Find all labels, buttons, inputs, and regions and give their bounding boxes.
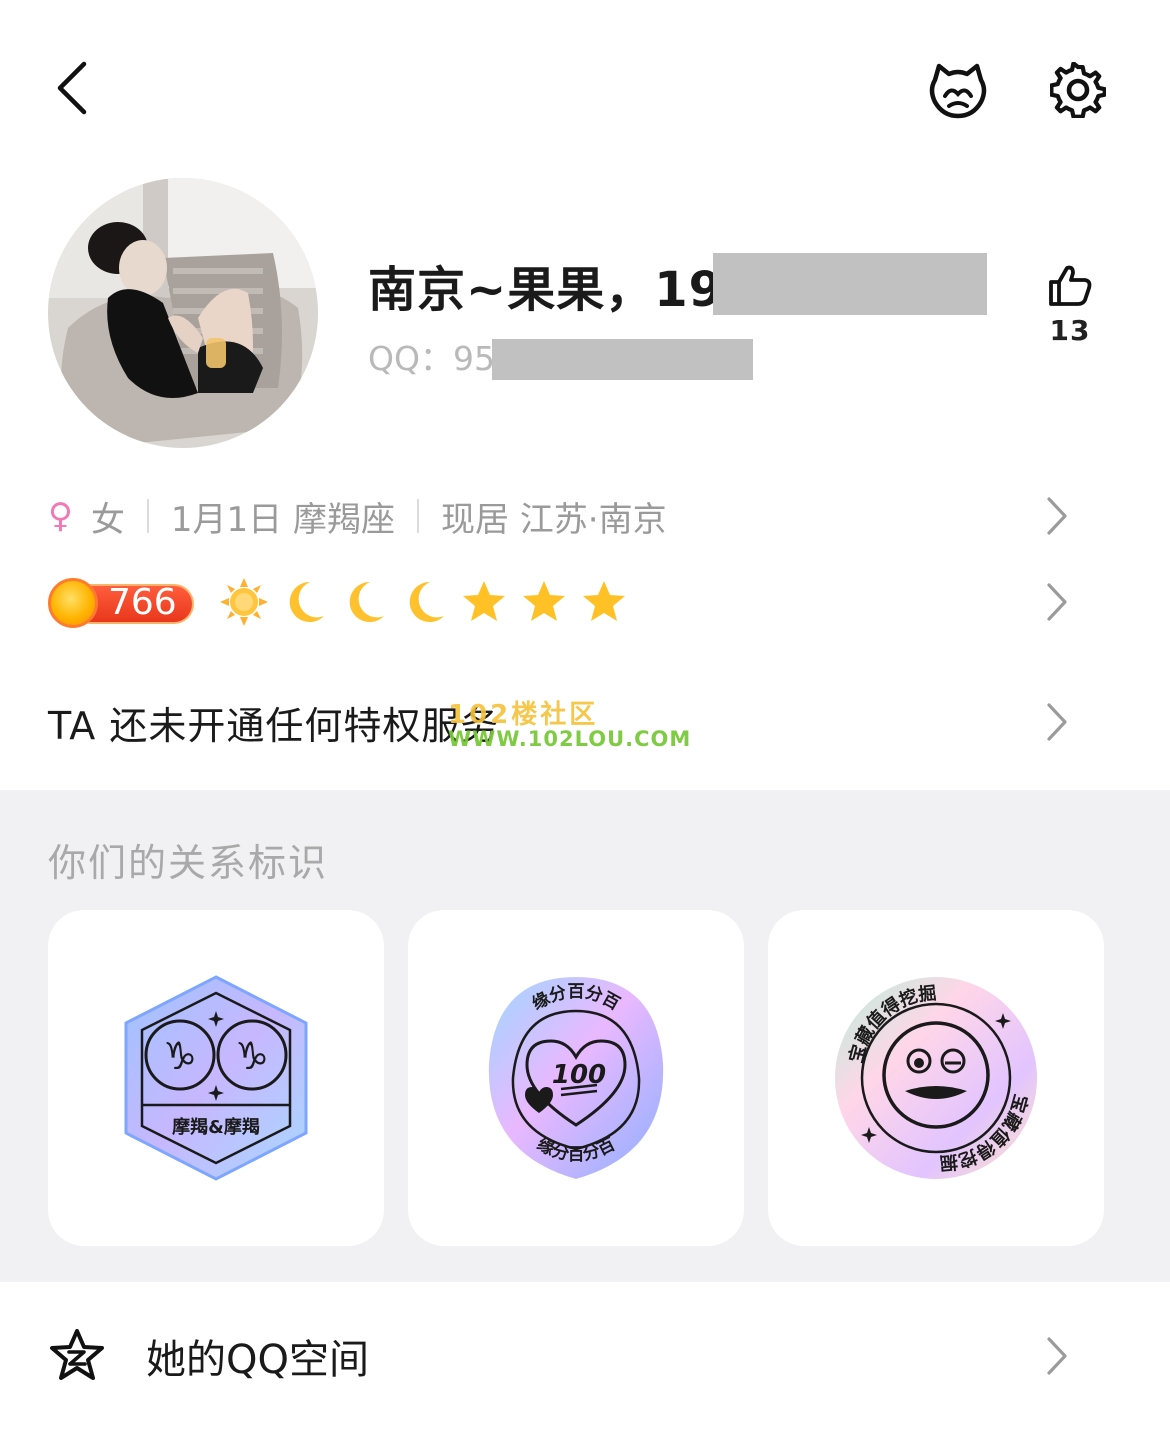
like-button[interactable]: 13 bbox=[1030, 262, 1110, 372]
svg-text:♑: ♑ bbox=[163, 1034, 197, 1078]
qq-number: QQ：95 bbox=[368, 339, 495, 378]
thumbs-up-icon bbox=[1049, 265, 1092, 306]
moon-icon bbox=[334, 575, 394, 629]
level-row[interactable]: 766 bbox=[48, 570, 1138, 634]
divider bbox=[416, 499, 419, 533]
redaction-block bbox=[492, 339, 753, 380]
level-icons bbox=[214, 575, 634, 629]
chevron-right-icon bbox=[1047, 583, 1067, 621]
badge-caption: 摩羯&摩羯 bbox=[172, 1116, 260, 1138]
gear-icon bbox=[1050, 62, 1106, 118]
privilege-text: TA 还未开通任何特权服务 bbox=[48, 703, 500, 748]
chevron-right-icon bbox=[1047, 1337, 1067, 1375]
profile-info-row[interactable]: ♀ 女 1月1日 摩羯座 现居 江苏·南京 bbox=[48, 484, 1138, 548]
chevron-left-icon bbox=[57, 61, 87, 115]
capricorn-badge-icon: ♑ ♑ 摩羯&摩羯 bbox=[124, 975, 308, 1181]
heart-100-badge-icon: 缘分百分百 缘分百分百 100 bbox=[488, 977, 664, 1179]
section-title: 你们的关系标识 bbox=[48, 841, 329, 885]
like-count: 13 bbox=[1049, 314, 1091, 347]
pet-button[interactable] bbox=[920, 52, 996, 128]
avatar-photo bbox=[48, 178, 318, 448]
moon-icon bbox=[394, 575, 454, 629]
level-badge: 766 bbox=[48, 578, 194, 628]
level-number: 766 bbox=[108, 582, 177, 623]
badge-mark: 100 bbox=[552, 1060, 606, 1090]
gender-text: 女 bbox=[90, 499, 125, 540]
settings-button[interactable] bbox=[1040, 52, 1116, 128]
relationship-badge-card[interactable]: 宝藏值得挖掘 宝藏值得挖掘 bbox=[768, 910, 1104, 1246]
privilege-row[interactable]: TA 还未开通任何特权服务 bbox=[48, 686, 1138, 758]
birthday-text: 1月1日 摩羯座 bbox=[170, 499, 395, 540]
nickname: 南京~果果，199 bbox=[368, 262, 758, 318]
chevron-right-icon bbox=[1047, 703, 1067, 741]
qzone-star-icon bbox=[50, 1329, 104, 1380]
moon-icon bbox=[274, 575, 334, 629]
star-icon bbox=[454, 575, 514, 629]
avatar[interactable] bbox=[48, 178, 318, 448]
relationship-badge-card[interactable]: 缘分百分百 缘分百分百 100 bbox=[408, 910, 744, 1246]
female-icon: ♀ bbox=[48, 496, 73, 536]
divider bbox=[146, 499, 149, 533]
qzone-label: 她的QQ空间 bbox=[146, 1337, 369, 1383]
relationship-badge-card[interactable]: ♑ ♑ 摩羯&摩羯 bbox=[48, 910, 384, 1246]
sun-icon bbox=[214, 575, 274, 629]
pet-face-icon bbox=[929, 63, 987, 119]
qzone-row[interactable]: 她的QQ空间 bbox=[48, 1318, 1138, 1394]
location-text: 现居 江苏·南京 bbox=[440, 499, 667, 540]
star-icon bbox=[514, 575, 574, 629]
chevron-right-icon bbox=[1047, 497, 1067, 535]
svg-text:♑: ♑ bbox=[235, 1034, 269, 1078]
back-button[interactable] bbox=[40, 52, 104, 124]
star-icon bbox=[574, 575, 634, 629]
crown-coin-icon bbox=[48, 578, 98, 628]
treasure-face-badge-icon: 宝藏值得挖掘 宝藏值得挖掘 bbox=[835, 977, 1037, 1179]
redaction-block bbox=[713, 253, 987, 315]
